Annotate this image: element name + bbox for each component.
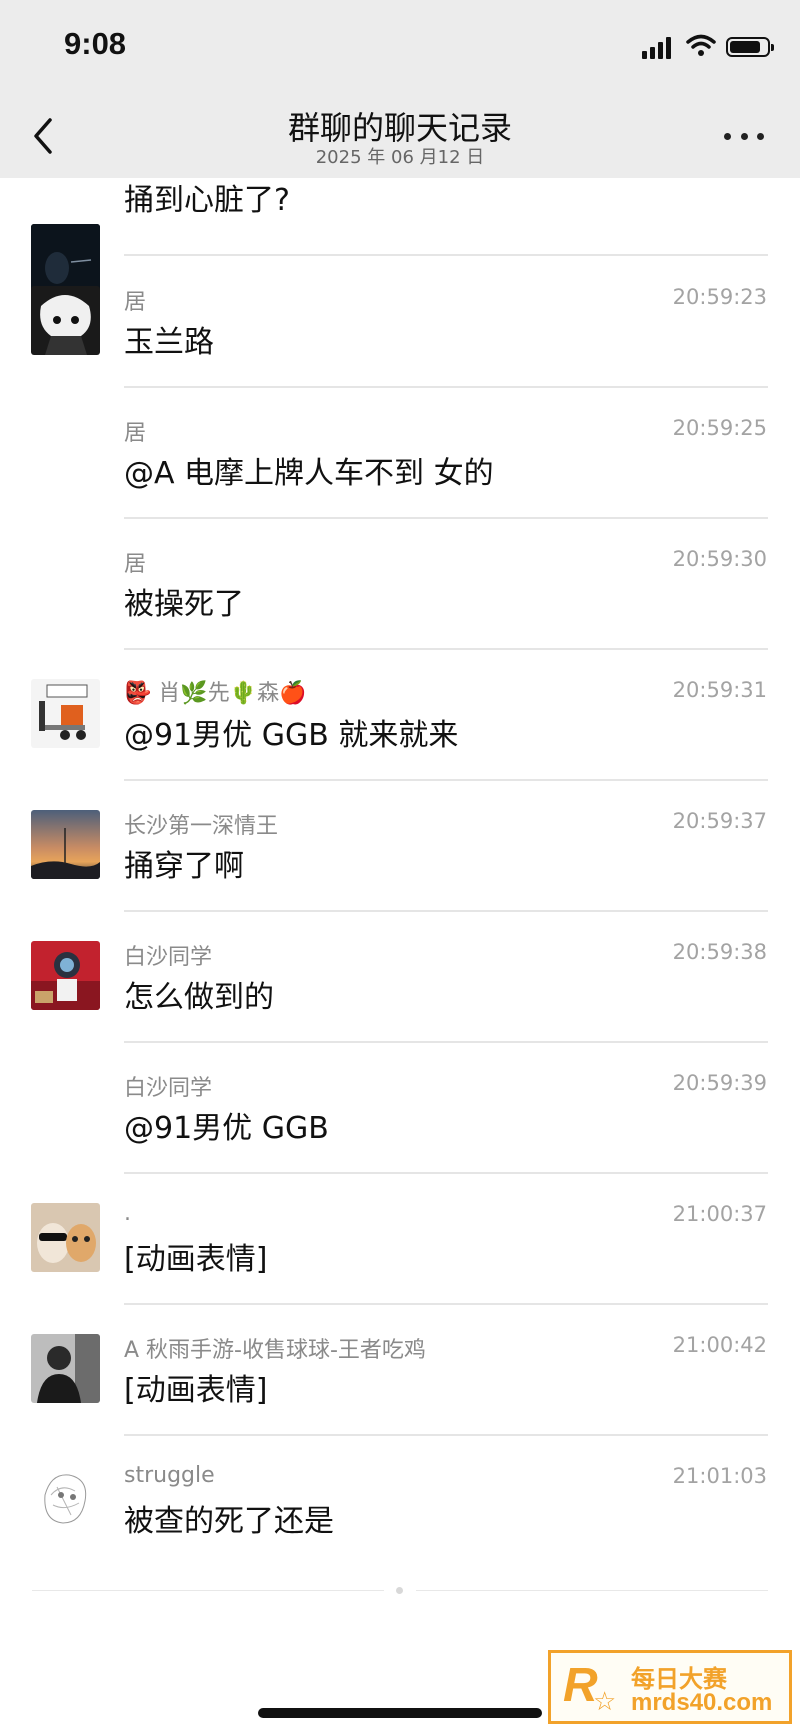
wifi-icon <box>686 33 716 61</box>
sender-name: 居 <box>124 552 147 577</box>
message-text: @91男优 GGB <box>124 1111 329 1146</box>
message-time: 20:59:38 <box>672 940 767 964</box>
message-text: 玉兰路 <box>124 325 214 360</box>
star-icon: ☆ <box>593 1687 617 1717</box>
status-icons <box>642 32 774 62</box>
divider <box>124 517 768 519</box>
message-text: [动画表情] <box>124 1373 268 1408</box>
message-item[interactable]: 白沙同学 20:59:38 怎么做到的 <box>0 913 800 1044</box>
signal-icon <box>642 35 674 59</box>
more-dots-icon <box>757 132 764 140</box>
sender-name: 白沙同学 <box>124 1076 213 1101</box>
status-time: 9:08 <box>64 26 127 61</box>
divider <box>124 779 768 781</box>
end-divider <box>416 1590 768 1591</box>
divider <box>124 1172 768 1174</box>
message-time: 20:59:31 <box>672 678 767 702</box>
sender-name: 居 <box>124 290 147 315</box>
message-text: @91男优 GGB 就来就来 <box>124 718 459 753</box>
divider <box>124 1434 768 1436</box>
message-time: 21:00:37 <box>672 1202 767 1226</box>
header: 9:08 群聊的聊天记录 2025 年 06 月12 日 <box>0 0 800 178</box>
message-item[interactable]: 居 20:59:25 @A 电摩上牌人车不到 女的 <box>0 389 800 520</box>
avatar[interactable] <box>31 1203 100 1272</box>
watermark-logo: R ☆ 每日大赛 mrds40.com <box>548 1650 792 1724</box>
avatar[interactable] <box>31 810 100 879</box>
more-button[interactable] <box>724 130 764 142</box>
sender-name: 长沙第一深情王 <box>124 814 279 839</box>
message-text: 被查的死了还是 <box>124 1504 334 1539</box>
more-dots-icon <box>740 132 748 140</box>
end-divider <box>32 1590 384 1591</box>
avatar[interactable] <box>31 286 100 355</box>
battery-icon <box>726 37 774 57</box>
divider <box>124 386 768 388</box>
message-time: 21:00:42 <box>672 1333 767 1357</box>
sender-name: 👺 肖🌿先🌵森🍎 <box>124 681 307 706</box>
message-text: 怎么做到的 <box>124 980 274 1015</box>
avatar[interactable] <box>31 679 100 748</box>
sender-name: 白沙同学 <box>124 945 213 970</box>
message-item[interactable]: 长沙第一深情王 20:59:37 捅穿了啊 <box>0 782 800 913</box>
message-text: 捅穿了啊 <box>124 849 244 884</box>
message-text: 被操死了 <box>124 587 244 622</box>
message-time: 20:59:23 <box>672 285 767 309</box>
message-text: 捅到心脏了? <box>124 183 290 218</box>
sender-name: 居 <box>124 421 147 446</box>
divider <box>124 254 768 256</box>
page-subtitle-date: 2025 年 06 月12 日 <box>315 147 485 168</box>
avatar[interactable] <box>31 1334 100 1403</box>
message-item[interactable]: 👺 肖🌿先🌵森🍎 20:59:31 @91男优 GGB 就来就来 <box>0 651 800 782</box>
sender-name: A 秋雨手游-收售球球-王者吃鸡 <box>124 1338 426 1363</box>
message-time: 20:59:30 <box>672 547 767 571</box>
chat-history-screen: 捅到心脏了? 居 20:59:23 玉兰路 居 20:59:25 @A 电摩上牌… <box>0 0 800 1733</box>
message-text: [动画表情] <box>124 1242 268 1277</box>
divider <box>124 648 768 650</box>
avatar[interactable] <box>31 941 100 1010</box>
message-time: 20:59:39 <box>672 1071 767 1095</box>
message-item[interactable]: 居 20:59:23 玉兰路 <box>0 258 800 389</box>
message-item[interactable]: struggle 21:01:03 被查的死了还是 <box>0 1437 800 1568</box>
watermark-domain: mrds40.com <box>631 1689 773 1716</box>
message-time: 21:01:03 <box>672 1464 767 1488</box>
message-item[interactable]: 白沙同学 20:59:39 @91男优 GGB <box>0 1044 800 1175</box>
more-dots-icon <box>724 132 731 140</box>
divider <box>124 910 768 912</box>
sender-name: . <box>124 1201 131 1226</box>
message-time: 20:59:37 <box>672 809 767 833</box>
message-time: 20:59:25 <box>672 416 767 440</box>
divider <box>124 1041 768 1043</box>
avatar[interactable] <box>31 1465 100 1534</box>
end-dot <box>396 1587 403 1594</box>
home-indicator[interactable] <box>258 1708 542 1718</box>
message-item[interactable]: 居 20:59:30 被操死了 <box>0 520 800 651</box>
message-item[interactable]: . 21:00:37 [动画表情] <box>0 1175 800 1306</box>
sender-name: struggle <box>124 1463 215 1488</box>
message-item[interactable]: A 秋雨手游-收售球球-王者吃鸡 21:00:42 [动画表情] <box>0 1306 800 1437</box>
message-text: @A 电摩上牌人车不到 女的 <box>124 456 494 491</box>
divider <box>124 1303 768 1305</box>
